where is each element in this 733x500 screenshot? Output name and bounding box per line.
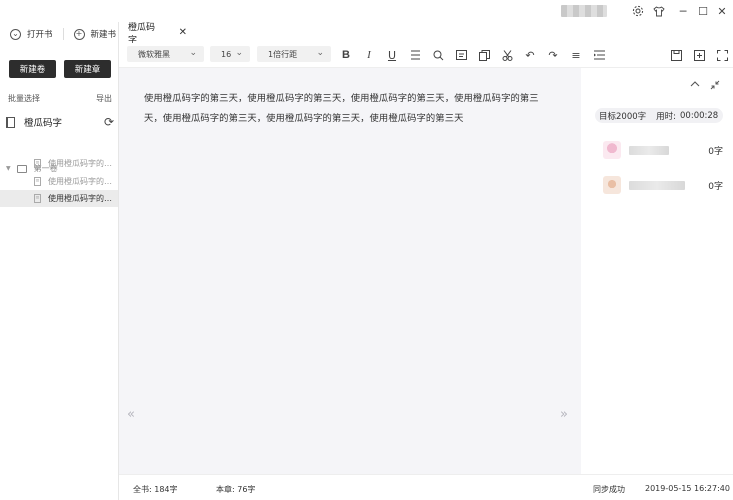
new-book-button[interactable]: + 新建书 <box>73 22 117 46</box>
sidebar: ⌄ 打开书 + 新建书 新建卷 新建章 批量选择 导出 橙瓜码字 ⟳ ▼ 第一卷… <box>0 22 119 500</box>
export-link[interactable]: 导出 <box>96 93 112 104</box>
maximize-icon: ☐ <box>698 4 708 18</box>
new-chapter-button[interactable]: 新建章 <box>64 60 111 78</box>
word-count: 0字 <box>708 146 723 157</box>
goal-timer-bar[interactable]: 目标2000字 用时: 00:00:28 <box>595 108 723 123</box>
export-icon[interactable] <box>691 47 707 63</box>
book-title: 橙瓜码字 <box>24 118 63 129</box>
chapter-label: 使用橙瓜码字的… <box>48 194 112 203</box>
tab-document[interactable]: 橙瓜码字 ✕ <box>119 22 187 46</box>
word-count: 0字 <box>708 181 723 192</box>
tab-label: 橙瓜码字 <box>128 22 156 46</box>
gear-icon[interactable] <box>630 3 646 19</box>
right-panel: 目标2000字 用时: 00:00:28 0字 0字 <box>581 68 733 474</box>
cut-icon[interactable] <box>499 47 515 63</box>
user-name-blurred <box>629 145 669 155</box>
status-bar: 全书: 184字 本章: 76字 同步成功 2019-05-15 16:27:4… <box>119 474 733 500</box>
chevron-down-icon: ⌄ <box>10 28 21 40</box>
user-name-blurred[interactable] <box>561 5 607 17</box>
collapse-icon[interactable] <box>710 80 720 93</box>
open-book-label: 打开书 <box>27 30 53 40</box>
batch-row: 批量选择 导出 <box>8 93 112 104</box>
refresh-icon[interactable]: ⟳ <box>104 115 114 129</box>
chevron-down-icon: ⌄ <box>316 48 324 58</box>
book-icon <box>6 116 15 128</box>
editor-content[interactable]: 使用橙瓜码字的第三天，使用橙瓜码字的第三天，使用橙瓜码字的第三天，使用橙瓜码字的… <box>144 89 554 129</box>
font-size-select[interactable]: 16 ⌄ <box>210 46 250 62</box>
goal-label: 目标2000字 <box>599 111 647 122</box>
ranking-row[interactable]: 0字 <box>603 175 723 195</box>
font-family-select[interactable]: 微软雅黑 ⌄ <box>127 46 204 62</box>
divider <box>62 28 64 40</box>
save-icon[interactable] <box>668 47 684 63</box>
note-icon[interactable] <box>453 47 469 63</box>
timestamp: 2019-05-15 16:27:40 <box>645 484 730 493</box>
font-size-value: 16 <box>221 49 232 59</box>
tab-bar: 橙瓜码字 ✕ <box>119 22 733 46</box>
undo-icon[interactable]: ↶ <box>522 47 538 63</box>
new-volume-button[interactable]: 新建卷 <box>9 60 56 78</box>
strikethrough-icon[interactable] <box>407 47 423 63</box>
chapter-label: 使用橙瓜码字的… <box>48 159 112 168</box>
line-spacing-value: 1倍行距 <box>268 49 298 59</box>
shirt-icon[interactable] <box>651 3 667 19</box>
chapter-word-count: 本章: 76字 <box>216 485 256 494</box>
line-spacing-select[interactable]: 1倍行距 ⌄ <box>257 46 331 62</box>
align-icon[interactable]: ≡ <box>568 47 584 63</box>
chapter-item-active[interactable]: ≡ 使用橙瓜码字的… <box>0 190 118 207</box>
font-family-value: 微软雅黑 <box>138 49 170 59</box>
chevron-down-icon: ⌄ <box>189 48 197 58</box>
search-icon[interactable] <box>430 47 446 63</box>
maximize-button[interactable]: ☐ <box>695 3 711 19</box>
document-icon: ≡ <box>34 159 41 168</box>
chapter-item[interactable]: ≡ 使用橙瓜码字的… <box>0 173 118 190</box>
minimize-icon: ─ <box>679 4 687 18</box>
time-value: 00:00:28 <box>680 110 719 121</box>
close-icon: ✕ <box>717 4 727 18</box>
sidebar-top-actions: ⌄ 打开书 + 新建书 <box>0 22 119 46</box>
chevron-down-icon: ⌄ <box>235 48 243 58</box>
total-word-count: 全书: 184字 <box>133 485 178 494</box>
ranking-row[interactable]: 0字 <box>603 140 723 160</box>
prev-page-icon[interactable]: « <box>127 407 135 422</box>
close-tab-icon[interactable]: ✕ <box>179 27 187 38</box>
underline-icon[interactable]: U <box>384 47 400 63</box>
user-name-blurred <box>629 180 685 190</box>
title-bar: ─ ☐ ✕ <box>0 0 733 22</box>
indent-icon[interactable] <box>591 47 607 63</box>
avatar <box>603 176 621 194</box>
copy-icon[interactable] <box>476 47 492 63</box>
chapter-label: 使用橙瓜码字的… <box>48 177 112 186</box>
bold-icon[interactable]: B <box>338 47 354 63</box>
redo-icon[interactable]: ↷ <box>545 47 561 63</box>
format-toolbar: 微软雅黑 ⌄ 16 ⌄ 1倍行距 ⌄ B I U ↶ ↷ ≡ <box>119 43 733 68</box>
document-icon: ≡ <box>34 177 41 186</box>
time-label: 用时: <box>656 111 677 122</box>
batch-select-link[interactable]: 批量选择 <box>8 93 40 104</box>
fullscreen-icon[interactable] <box>714 47 730 63</box>
document-icon: ≡ <box>34 194 41 203</box>
sync-status: 同步成功 <box>593 485 625 494</box>
plus-icon: + <box>73 28 85 40</box>
italic-icon[interactable]: I <box>361 47 377 63</box>
avatar <box>603 141 621 159</box>
open-book-button[interactable]: ⌄ 打开书 <box>10 22 53 46</box>
minimize-button[interactable]: ─ <box>675 3 691 19</box>
close-button[interactable]: ✕ <box>714 3 730 19</box>
chapter-item[interactable]: ≡ 使用橙瓜码字的… <box>0 155 118 172</box>
book-item[interactable]: 橙瓜码字 ⟳ <box>6 114 114 130</box>
chevron-up-icon[interactable] <box>690 80 700 91</box>
editor-area[interactable]: 使用橙瓜码字的第三天，使用橙瓜码字的第三天，使用橙瓜码字的第三天，使用橙瓜码字的… <box>119 68 581 474</box>
next-page-icon[interactable]: » <box>560 407 568 422</box>
new-book-label: 新建书 <box>90 30 117 40</box>
